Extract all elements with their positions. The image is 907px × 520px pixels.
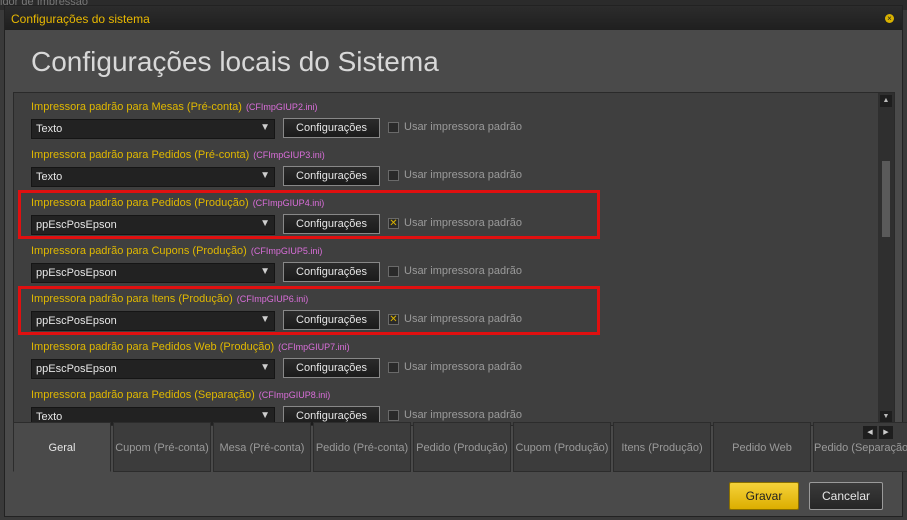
red-highlight-box [18,190,600,239]
vertical-scrollbar[interactable]: ▲ ▼ [878,93,894,425]
chevron-down-icon[interactable]: ▼ [260,362,270,373]
configuracoes-button[interactable]: Configurações [283,118,380,138]
printer-row-label: Impressora padrão para Pedidos (Separaçã… [31,389,330,401]
printer-select-value: ppEscPosEpson [36,363,117,375]
printer-row-label: Impressora padrão para Pedidos Web (Prod… [31,341,350,353]
tab-pedido-produ-o[interactable]: Pedido (Produção) [413,422,511,472]
save-button[interactable]: Gravar [729,482,799,510]
use-default-printer-checkbox[interactable] [388,170,399,181]
tab-geral[interactable]: Geral [13,422,111,472]
settings-dialog: Configurações do sistema × Configurações… [4,5,907,518]
printer-row-label: Impressora padrão para Pedidos (Pré-cont… [31,149,325,161]
config-file-name: (CFImpGIUP3.ini) [253,150,325,160]
window-title: Configurações do sistema [11,12,150,26]
title-bar: Configurações do sistema × [5,6,902,31]
scrollbar-thumb[interactable] [882,161,890,237]
printer-row-label: Impressora padrão para Cupons (Produção)… [31,245,322,257]
use-default-printer-checkbox[interactable] [388,122,399,133]
printer-select-value: Texto [36,123,63,135]
printer-label-text: Impressora padrão para Cupons (Produção) [31,245,247,257]
tab-itens-produ-o[interactable]: Itens (Produção) [613,422,711,472]
chevron-down-icon[interactable]: ▼ [260,122,270,133]
configuracoes-button[interactable]: Configurações [283,262,380,282]
printer-select[interactable]: ppEscPosEpson ▼ [31,359,275,379]
printer-select[interactable]: Texto ▼ [31,119,275,139]
arrow-left-icon[interactable]: ◀ [863,426,877,439]
arrow-right-icon[interactable]: ▶ [879,426,893,439]
tab-mesa-pr-conta[interactable]: Mesa (Pré-conta) [213,422,311,472]
use-default-printer-checkbox[interactable] [388,362,399,373]
use-default-printer-label: Usar impressora padrão [404,121,522,133]
printer-label-text: Impressora padrão para Pedidos (Pré-cont… [31,149,250,161]
chevron-down-icon[interactable]: ▼ [260,170,270,181]
configuracoes-button[interactable]: Configurações [283,358,380,378]
printer-select-value: ppEscPosEpson [36,267,117,279]
use-default-printer-checkbox[interactable] [388,266,399,277]
tab-cupom-produ-o[interactable]: Cupom (Produção) [513,422,611,472]
tab-cupom-pr-conta[interactable]: Cupom (Pré-conta) [113,422,211,472]
use-default-printer-label: Usar impressora padrão [404,265,522,277]
close-icon[interactable]: × [885,14,894,23]
printer-row: Impressora padrão para Mesas (Pré-conta)… [14,93,878,141]
config-file-name: (CFImpGIUP7.ini) [278,342,350,352]
chevron-down-icon[interactable]: ▼ [260,266,270,277]
config-file-name: (CFImpGIUP5.ini) [250,246,323,256]
printer-rows: Impressora padrão para Mesas (Pré-conta)… [14,93,878,425]
config-file-name: (CFImpGIUP8.ini) [258,390,331,400]
printer-row: Impressora padrão para Pedidos Web (Prod… [14,333,878,381]
printer-row: Impressora padrão para Pedidos (Pré-cont… [14,141,878,189]
printer-label-text: Impressora padrão para Pedidos Web (Prod… [31,341,275,353]
printer-label-text: Impressora padrão para Pedidos (Separaçã… [31,389,255,401]
use-default-printer-label: Usar impressora padrão [404,361,522,373]
printer-label-text: Impressora padrão para Mesas (Pré-conta) [31,101,242,113]
printer-row: Impressora padrão para Pedidos (Separaçã… [14,381,878,425]
printer-row: Impressora padrão para Cupons (Produção)… [14,237,878,285]
tab-pedido-pr-conta[interactable]: Pedido (Pré-conta) [313,422,411,472]
red-highlight-box [18,286,600,335]
page-title: Configurações locais do Sistema [31,46,439,77]
tab-pedido-web[interactable]: Pedido Web [713,422,811,472]
dialog-footer: Gravar Cancelar [5,474,902,518]
printer-row-label: Impressora padrão para Mesas (Pré-conta)… [31,101,317,113]
printer-select-value: Texto [36,171,63,183]
tab-strip: Pedido (Separação) Pedido Web Itens (Produ… [13,420,907,473]
config-file-name: (CFImpGIUP2.ini) [245,102,318,112]
page-header: Configurações locais do Sistema [5,30,902,92]
configuracoes-button[interactable]: Configurações [283,166,380,186]
printer-settings-panel: Impressora padrão para Mesas (Pré-conta)… [13,92,895,426]
printer-select[interactable]: ppEscPosEpson ▼ [31,263,275,283]
use-default-printer-label: Usar impressora padrão [404,169,522,181]
cancel-button[interactable]: Cancelar [809,482,883,510]
arrow-up-icon[interactable]: ▲ [880,95,892,107]
printer-select[interactable]: Texto ▼ [31,167,275,187]
